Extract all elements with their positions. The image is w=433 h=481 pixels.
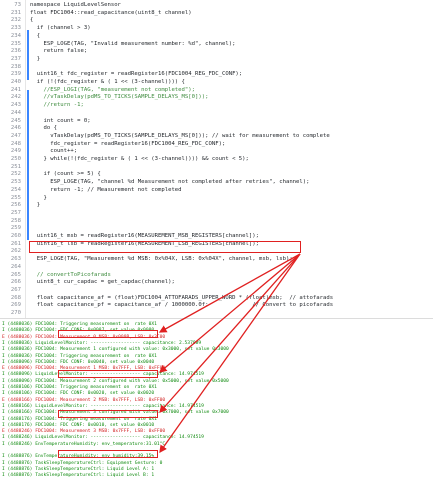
code-line[interactable]: 270 [0,308,433,318]
highlight-measurement-2 [58,410,158,418]
highlight-measurement-1 [58,370,158,378]
highlight-measurement-0 [58,330,158,338]
highlighted-log-statement [29,241,301,253]
serial-monitor-output[interactable]: I (4488036) FDC1004: Triggering measurem… [0,318,433,481]
line-number: 270 [10,310,21,316]
highlight-measurement-3 [58,450,158,458]
code-editor[interactable]: 73 namespace LiquidLevelSensor 231 float FD… [0,0,433,318]
log-line: I (4488876) TaskSleepTemperatureCtrl: Li… [2,473,155,479]
log-line: I (4488246) EnvTemperatureHumidity: env_… [2,441,166,447]
